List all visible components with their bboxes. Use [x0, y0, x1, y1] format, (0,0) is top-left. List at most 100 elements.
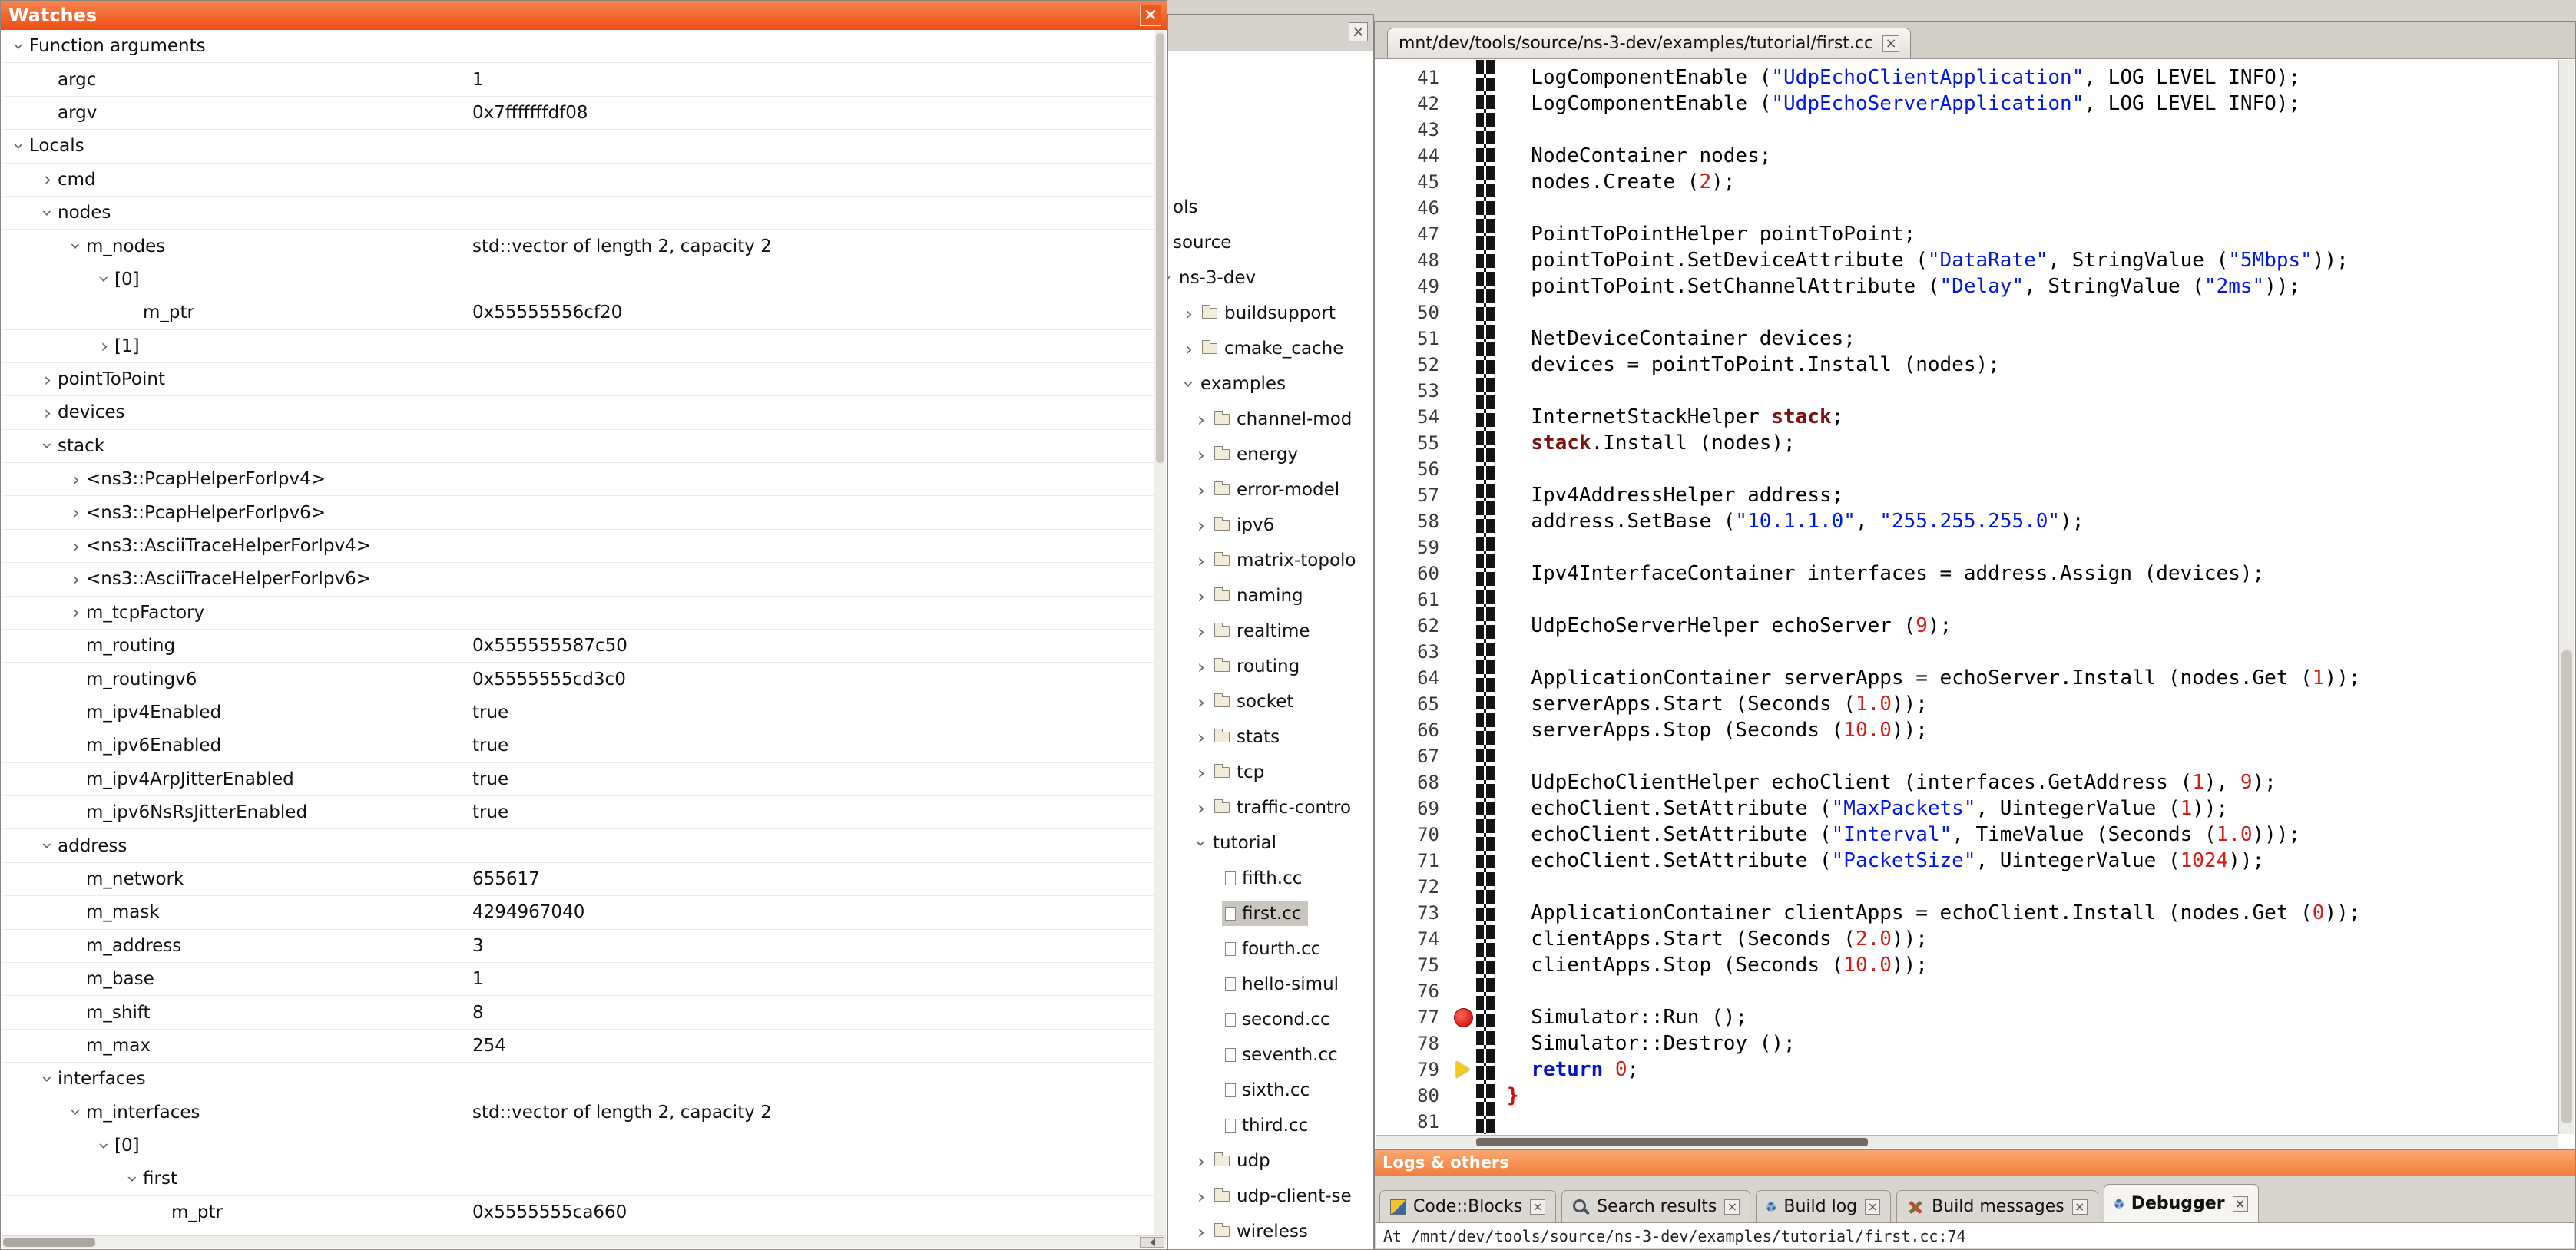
watch-row[interactable]: ›<ns3::AsciiTraceHelperForIpv4> [2, 530, 1154, 563]
chevron-right-icon[interactable]: › [66, 503, 86, 522]
code-line[interactable]: 48 pointToPoint.SetDeviceAttribute ("Dat… [1376, 247, 2558, 273]
code-line[interactable]: 44 NodeContainer nodes; [1376, 143, 2558, 169]
watch-row[interactable]: ›m_tcpFactory [2, 597, 1154, 630]
line-number[interactable]: 54 [1376, 406, 1450, 428]
code-text[interactable]: ApplicationContainer clientApps = echoCl… [1507, 901, 2360, 924]
line-number[interactable]: 56 [1376, 458, 1450, 480]
code-line[interactable]: 75 clientApps.Stop (Seconds (10.0)); [1376, 952, 2558, 978]
watch-value[interactable]: 3 [465, 936, 1154, 956]
breakpoint-margin[interactable] [1450, 1061, 1476, 1078]
chevron-right-icon[interactable]: › [1191, 728, 1211, 747]
code-text[interactable]: address.SetBase ("10.1.1.0", "255.255.25… [1507, 510, 2084, 533]
tree-item-source[interactable]: source [1168, 225, 1373, 260]
line-number[interactable]: 58 [1376, 511, 1450, 532]
code-text[interactable]: UdpEchoServerHelper echoServer (9); [1507, 614, 1952, 637]
line-number[interactable]: 42 [1376, 93, 1450, 114]
code-line[interactable]: 55 stack.Install (nodes); [1376, 430, 2558, 456]
code-line[interactable]: 52 devices = pointToPoint.Install (nodes… [1376, 352, 2558, 378]
line-number[interactable]: 61 [1376, 589, 1450, 610]
tree-item-sixth-cc[interactable]: sixth.cc [1168, 1073, 1373, 1108]
watch-row[interactable]: m_ipv4ArpJitterEnabledtrue [2, 763, 1154, 796]
watch-row[interactable]: m_shift8 [2, 996, 1154, 1029]
code-text[interactable]: LogComponentEnable ("UdpEchoServerApplic… [1507, 92, 2300, 115]
watch-row[interactable]: m_routingv60x5555555cd3c0 [2, 663, 1154, 696]
line-number[interactable]: 66 [1376, 719, 1450, 741]
tree-item-wireless[interactable]: ›wireless [1168, 1214, 1373, 1249]
tree-item-ipv6[interactable]: ›ipv6 [1168, 508, 1373, 543]
chevron-down-icon[interactable]: › [10, 36, 29, 56]
code-text[interactable]: echoClient.SetAttribute ("PacketSize", U… [1507, 849, 2264, 872]
close-icon[interactable] [1724, 1199, 1740, 1215]
tree-item-seventh-cc[interactable]: seventh.cc [1168, 1037, 1373, 1073]
chevron-right-icon[interactable]: › [1191, 693, 1211, 712]
tree-item-third-cc[interactable]: third.cc [1168, 1108, 1373, 1143]
line-number[interactable]: 77 [1376, 1007, 1450, 1028]
chevron-down-icon[interactable]: › [38, 203, 58, 223]
line-number[interactable]: 64 [1376, 667, 1450, 689]
line-number[interactable]: 47 [1376, 223, 1450, 245]
line-number[interactable]: 80 [1376, 1085, 1450, 1106]
code-text[interactable]: stack.Install (nodes); [1507, 432, 1796, 455]
tree-item-second-cc[interactable]: second.cc [1168, 1002, 1373, 1037]
code-line[interactable]: 73 ApplicationContainer clientApps = ech… [1376, 900, 2558, 926]
line-number[interactable]: 53 [1376, 380, 1450, 402]
watch-row[interactable]: m_ipv6Enabledtrue [2, 729, 1154, 762]
log-tab-code-blocks[interactable]: Code::Blocks [1379, 1190, 1556, 1222]
code-line[interactable]: 67 [1376, 743, 2558, 769]
code-line[interactable]: 81 [1376, 1109, 2558, 1134]
code-line[interactable]: 46 [1376, 195, 2558, 221]
watches-vertical-scrollbar[interactable] [1154, 30, 1166, 1235]
code-text[interactable]: echoClient.SetAttribute ("Interval", Tim… [1507, 823, 2300, 846]
line-number[interactable]: 79 [1376, 1059, 1450, 1080]
code-line[interactable]: 80} [1376, 1083, 2558, 1109]
code-text[interactable]: NetDeviceContainer devices; [1507, 327, 1856, 350]
chevron-down-icon[interactable]: › [10, 136, 29, 156]
code-line[interactable]: 56 [1376, 456, 2558, 482]
close-icon[interactable] [2233, 1196, 2248, 1212]
code-line[interactable]: 45 nodes.Create (2); [1376, 169, 2558, 195]
tree-item-udp-client-se[interactable]: ›udp-client-se [1168, 1179, 1373, 1214]
tree-item-routing[interactable]: ›routing [1168, 649, 1373, 684]
line-number[interactable]: 57 [1376, 484, 1450, 506]
code-line[interactable]: 54 InternetStackHelper stack; [1376, 404, 2558, 430]
close-icon[interactable] [1349, 22, 1368, 41]
code-line[interactable]: 76 [1376, 978, 2558, 1004]
code-line[interactable]: 72 [1376, 874, 2558, 900]
chevron-right-icon[interactable]: › [1191, 445, 1211, 465]
tree-item-energy[interactable]: ›energy [1168, 437, 1373, 472]
watch-row[interactable]: m_ptr0x5555555ca660 [2, 1196, 1154, 1229]
chevron-right-icon[interactable]: › [1191, 763, 1211, 782]
chevron-right-icon[interactable]: › [1191, 1152, 1211, 1171]
line-number[interactable]: 52 [1376, 354, 1450, 375]
chevron-down-icon[interactable]: › [38, 836, 58, 856]
watch-value[interactable]: 1 [465, 969, 1154, 989]
chevron-right-icon[interactable]: › [94, 336, 114, 355]
line-number[interactable]: 68 [1376, 772, 1450, 793]
watches-titlebar[interactable]: Watches [1, 1, 1167, 30]
watch-row[interactable]: m_network655617 [2, 863, 1154, 896]
code-text[interactable]: Ipv4InterfaceContainer interfaces = addr… [1507, 562, 2264, 585]
scrollbar-stepper-button[interactable] [1140, 1237, 1164, 1248]
code-line[interactable]: 74 clientApps.Start (Seconds (2.0)); [1376, 926, 2558, 952]
watch-value[interactable]: 8 [465, 1003, 1154, 1023]
line-number[interactable]: 49 [1376, 276, 1450, 297]
watch-row[interactable]: ›address [2, 829, 1154, 862]
code-line[interactable]: 58 address.SetBase ("10.1.1.0", "255.255… [1376, 508, 2558, 534]
line-number[interactable]: 73 [1376, 902, 1450, 924]
close-icon[interactable] [1140, 5, 1161, 26]
watch-value[interactable]: 0x5555555ca660 [465, 1202, 1154, 1222]
chevron-right-icon[interactable]: › [66, 537, 86, 556]
tree-item-channel-mod[interactable]: ›channel-mod [1168, 402, 1373, 437]
code-text[interactable]: return 0; [1507, 1058, 1639, 1081]
code-line[interactable]: 69 echoClient.SetAttribute ("MaxPackets"… [1376, 795, 2558, 822]
line-number[interactable]: 81 [1376, 1111, 1450, 1133]
code-text[interactable]: NodeContainer nodes; [1507, 144, 1771, 167]
code-text[interactable]: InternetStackHelper stack; [1507, 405, 1843, 428]
chevron-right-icon[interactable]: › [1191, 551, 1211, 570]
chevron-right-icon[interactable]: › [38, 403, 58, 422]
tree-item-tutorial[interactable]: ›tutorial [1168, 825, 1373, 861]
chevron-right-icon[interactable]: › [66, 603, 86, 622]
chevron-down-icon[interactable]: › [67, 1103, 86, 1123]
watch-row[interactable]: ›Function arguments [2, 30, 1154, 63]
watch-value[interactable]: 0x7fffffffdf08 [465, 103, 1154, 123]
